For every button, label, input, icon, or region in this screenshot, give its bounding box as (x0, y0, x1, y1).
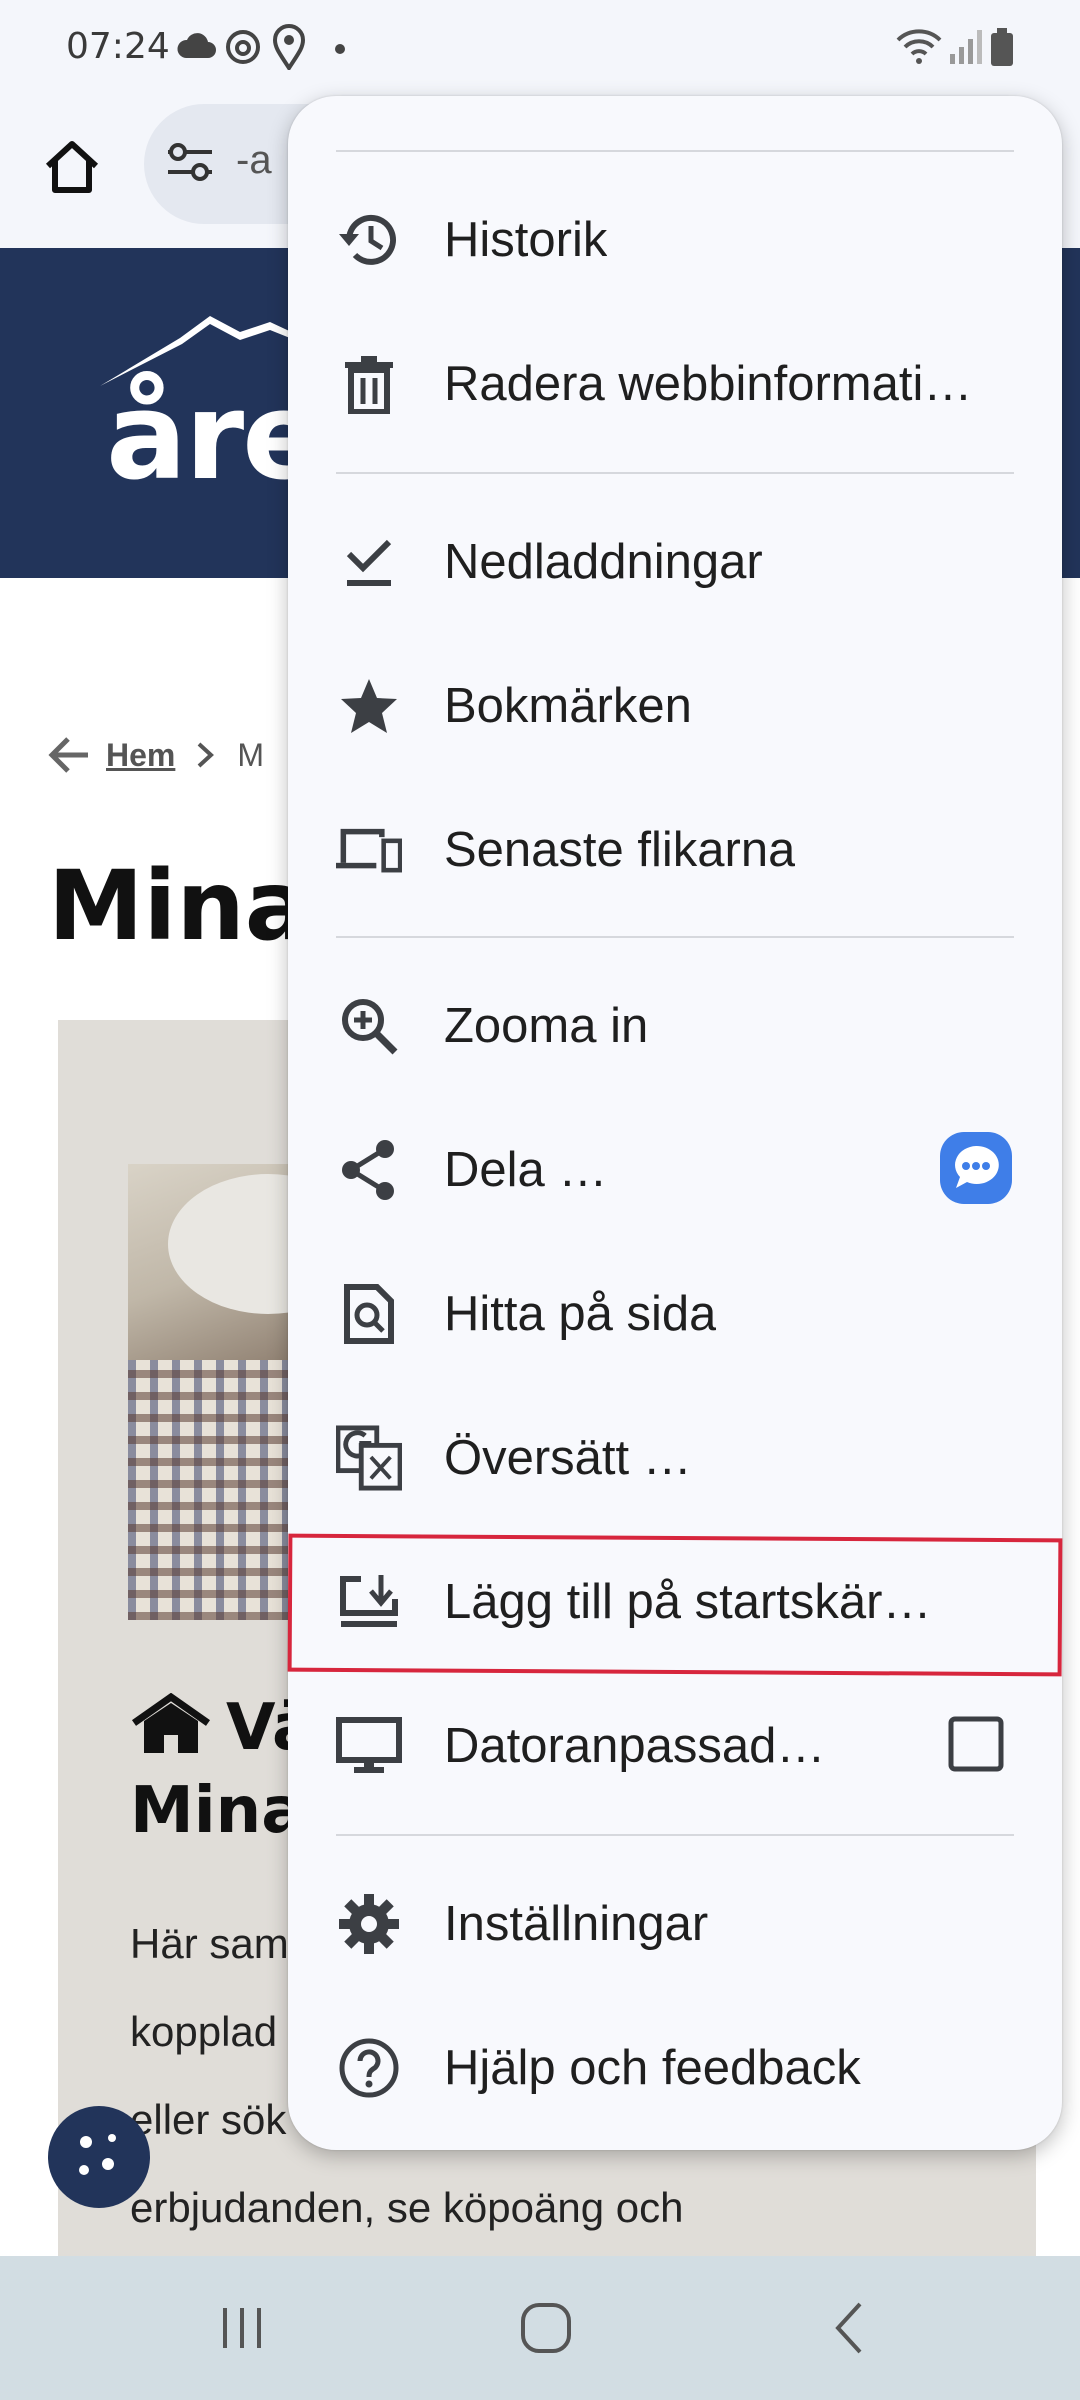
star-icon (336, 673, 402, 739)
threads-icon (224, 28, 262, 71)
menu-item-find-in-page[interactable]: Hitta på sida (288, 1242, 1062, 1386)
system-nav-bar (0, 2256, 1080, 2400)
desktop-site-checkbox[interactable] (948, 1716, 1004, 1777)
menu-label: Lägg till på startskär… (444, 1575, 932, 1629)
menu-item-recent-tabs[interactable]: Senaste flikarna (288, 778, 1062, 922)
menu-label: Översätt … (444, 1431, 692, 1485)
messages-icon[interactable] (940, 1131, 1012, 1209)
menu-item-history[interactable]: Historik (288, 168, 1062, 312)
menu-item-translate[interactable]: Översätt … (288, 1386, 1062, 1530)
desktop-icon (336, 1713, 402, 1779)
status-bar: 07:24 (0, 0, 1080, 96)
house-icon (130, 1692, 212, 1773)
menu-label: Senaste flikarna (444, 823, 796, 877)
menu-label: Nedladdningar (444, 535, 763, 589)
history-icon (336, 207, 402, 273)
menu-label: Historik (444, 213, 608, 267)
menu-divider (336, 936, 1014, 938)
back-icon (835, 2302, 862, 2354)
breadcrumb-current: M (237, 736, 265, 773)
menu-label: Hjälp och feedback (444, 2041, 861, 2095)
home-circle-icon (521, 2303, 571, 2353)
zoom-in-icon (336, 993, 402, 1059)
signal-icon (950, 30, 982, 69)
download-done-icon (336, 529, 402, 595)
recents-icon (223, 2308, 261, 2348)
arrow-left-icon[interactable] (46, 735, 90, 775)
home-icon (45, 141, 99, 193)
menu-label: Inställningar (444, 1897, 709, 1951)
recents-button[interactable] (162, 2256, 322, 2400)
translate-icon (336, 1425, 402, 1491)
url-text: -a (236, 138, 272, 182)
cloud-icon (176, 32, 216, 65)
home-button[interactable] (30, 124, 114, 208)
wifi-icon (896, 28, 942, 71)
find-in-page-icon (336, 1281, 402, 1347)
menu-item-downloads[interactable]: Nedladdningar (288, 490, 1062, 634)
help-icon (336, 2035, 402, 2101)
menu-label: Radera webbinformati… (444, 357, 973, 411)
home-nav-button[interactable] (466, 2256, 626, 2400)
menu-item-add-to-home-screen[interactable]: Lägg till på startskär… (288, 1530, 1062, 1674)
cookie-settings-button[interactable] (48, 2106, 150, 2208)
add-to-home-screen-icon (336, 1569, 402, 1635)
menu-divider (336, 472, 1014, 474)
dot-icon (334, 42, 346, 60)
cookie-icon (79, 2134, 116, 2175)
card-heading-line2: Mina (130, 1773, 305, 1848)
menu-item-share[interactable]: Dela … (288, 1098, 1062, 1242)
trash-icon (336, 351, 402, 417)
settings-icon (336, 1891, 402, 1957)
menu-divider (336, 150, 1014, 152)
menu-label: Dela … (444, 1143, 608, 1197)
page-title: Mina (48, 850, 310, 962)
menu-item-help[interactable]: Hjälp och feedback (288, 1996, 1062, 2140)
breadcrumb-home[interactable]: Hem (106, 737, 175, 774)
menu-item-clear-data[interactable]: Radera webbinformati… (288, 312, 1062, 456)
tune-icon[interactable] (166, 140, 214, 189)
menu-item-settings[interactable]: Inställningar (288, 1852, 1062, 1996)
back-button[interactable] (770, 2256, 930, 2400)
location-pin-icon (272, 24, 306, 75)
overflow-menu: Historik Radera webbinformati… Nedladdni… (288, 96, 1062, 2150)
menu-label: Bokmärken (444, 679, 692, 733)
battery-icon (990, 28, 1014, 71)
menu-label: Zooma in (444, 999, 649, 1053)
menu-label: Datoranpassad… (444, 1719, 826, 1773)
devices-icon (336, 817, 402, 883)
share-icon (336, 1137, 402, 1203)
breadcrumb: Hem M (46, 730, 264, 780)
menu-divider (336, 1834, 1014, 1836)
status-time: 07:24 (66, 26, 170, 67)
chevron-right-icon (198, 742, 215, 768)
menu-item-desktop-site[interactable]: Datoranpassad… (288, 1674, 1062, 1818)
menu-item-bookmarks[interactable]: Bokmärken (288, 634, 1062, 778)
menu-label: Hitta på sida (444, 1287, 717, 1341)
card-text-line: erbjudanden, se köpoäng och (130, 2184, 684, 2231)
menu-item-zoom-in[interactable]: Zooma in (288, 954, 1062, 1098)
